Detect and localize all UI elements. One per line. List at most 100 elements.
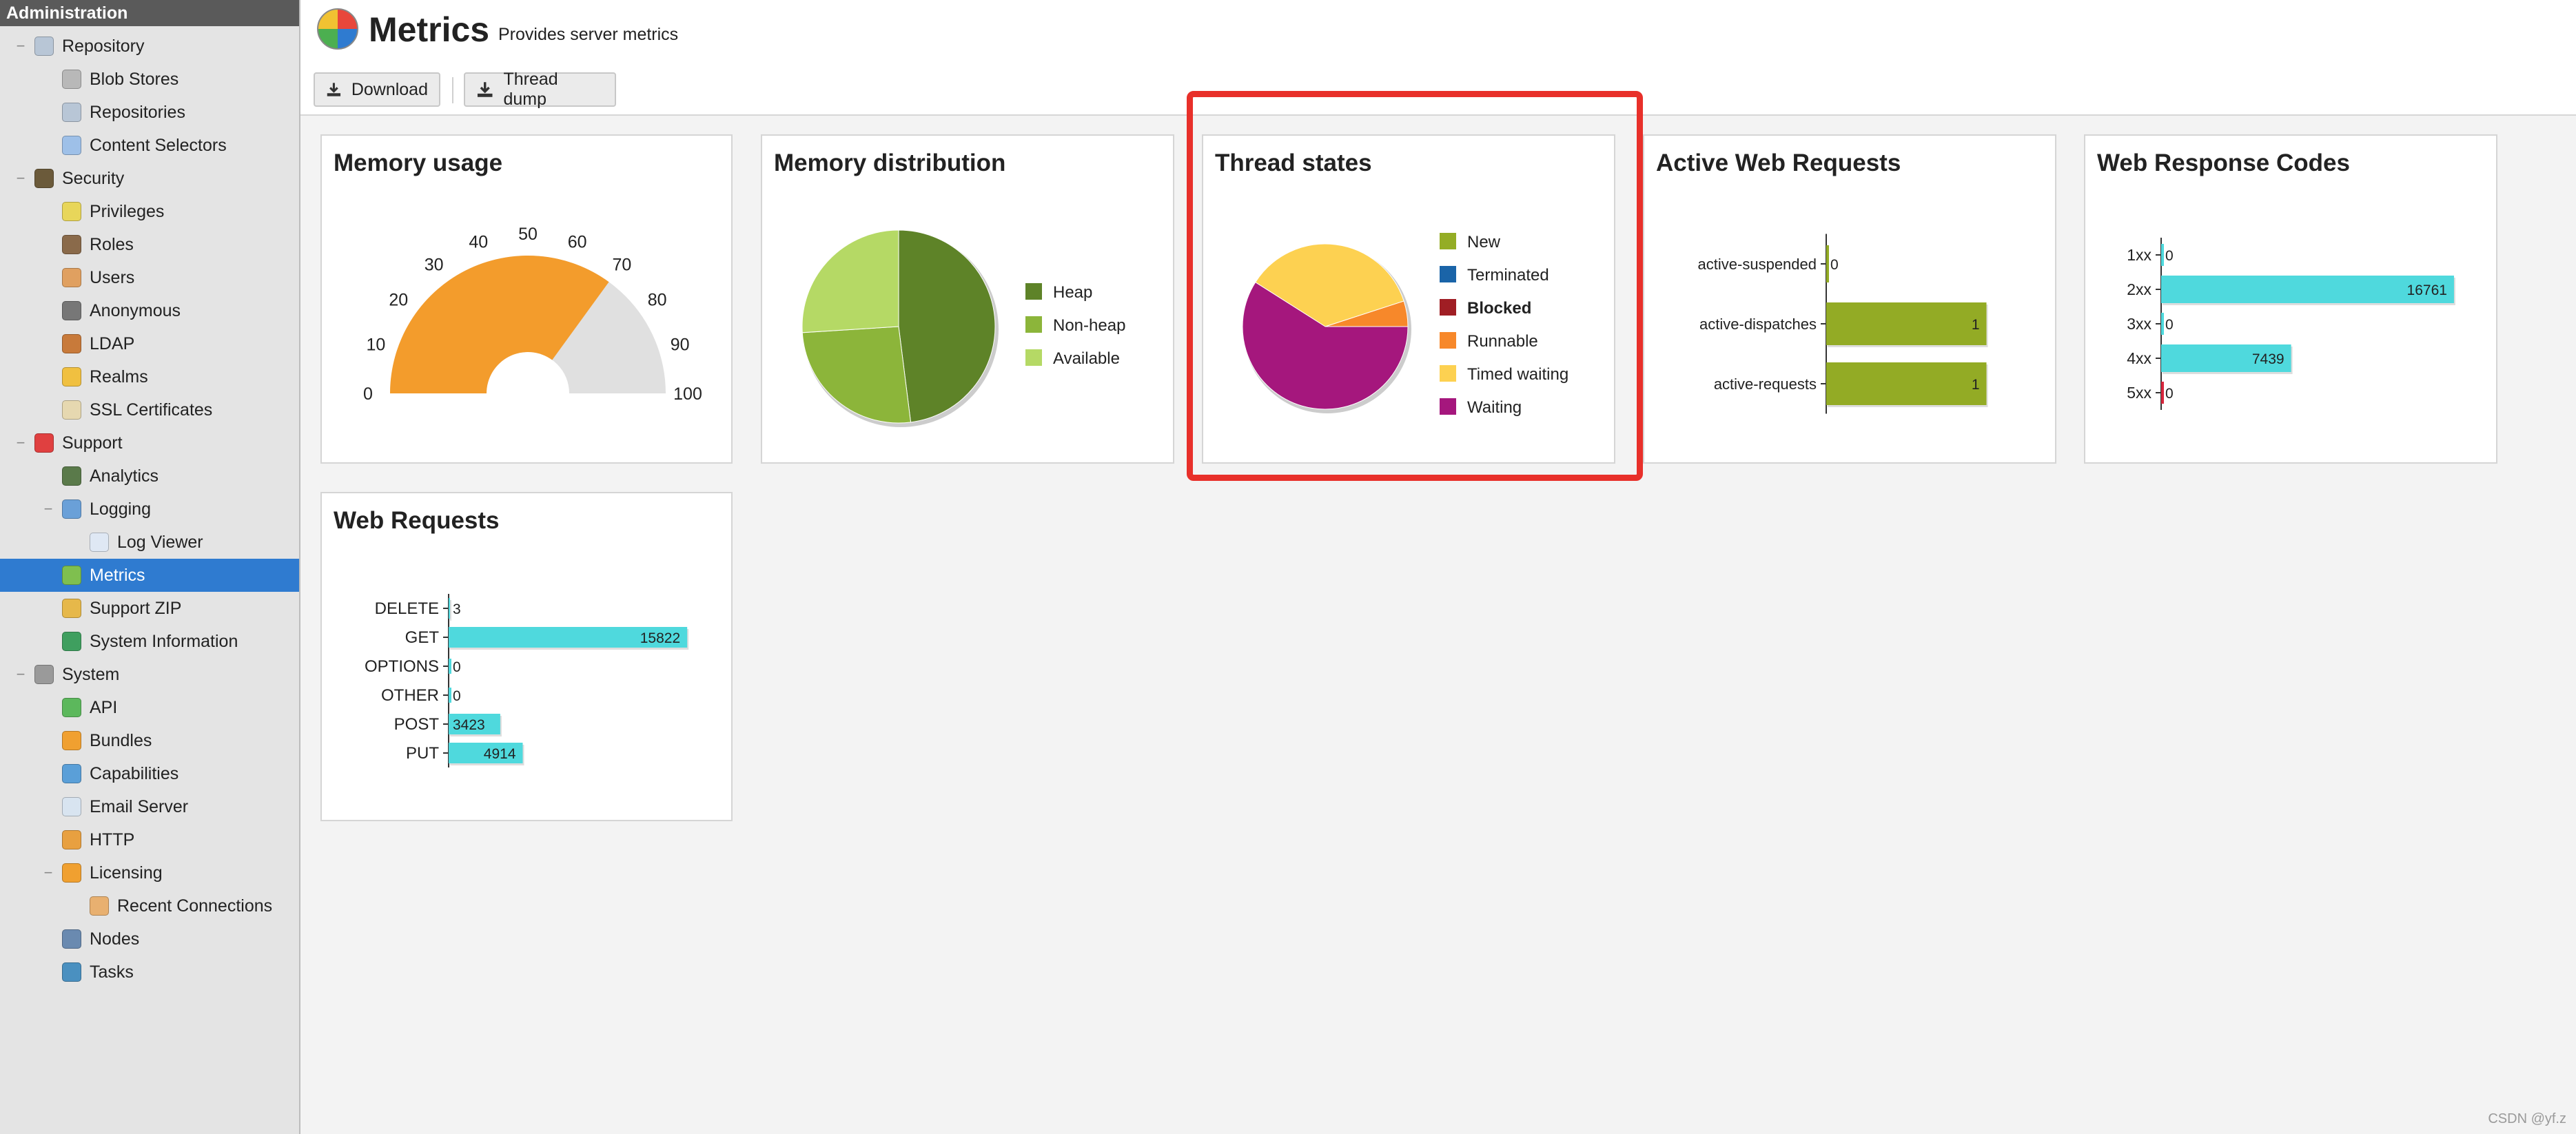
globe-icon [62,632,81,651]
sidebar-item-support[interactable]: − Support [0,426,299,460]
sidebar-item-content-selectors[interactable]: Content Selectors [0,129,299,162]
web-requests-chart: DELETE 3 GET 15822 OPTIONS 0 OTHER 0 POST 3423 PUT… [365,594,689,767]
sidebar-item-blob-stores[interactable]: Blob Stores [0,63,299,96]
sidebar-item-label: Nodes [90,929,140,949]
page-subtitle: Provides server metrics [498,25,679,44]
sidebar-item-ldap[interactable]: LDAP [0,327,299,360]
gauge-tick-label: 80 [648,291,667,310]
collapse-toggle-icon[interactable]: − [15,169,26,187]
sidebar-item-system[interactable]: − System [0,658,299,691]
zip-icon [62,599,81,618]
sidebar-item-label: Log Viewer [117,532,203,552]
web-response-codes-panel: Web Response Codes 1xx 0 2xx 16761 3xx 0 4xx 74… [2084,134,2497,464]
pie-chart-icon [62,566,81,585]
legend-swatch-non-heap [1025,316,1042,333]
sidebar-item-roles[interactable]: Roles [0,228,299,261]
sidebar-item-label: Repositories [90,102,185,122]
gauge-tick-label: 90 [671,335,690,354]
toolbar-separator [452,77,453,103]
pie-slice-non-heap [801,326,912,424]
sidebar-item-support-zip[interactable]: Support ZIP [0,592,299,625]
sidebar-item-label: Analytics [90,466,159,486]
sidebar-item-ssl-certificates[interactable]: SSL Certificates [0,393,299,426]
download-label: Download [351,79,428,99]
nodes-icon [62,929,81,949]
gauge-tick-label: 20 [389,291,408,310]
sidebar-item-recent-connections[interactable]: Recent Connections [0,889,299,922]
sidebar-item-email-server[interactable]: Email Server [0,790,299,823]
sidebar-item-label: Privileges [90,201,165,221]
highlight-annotation [1187,91,1643,481]
sidebar-item-realms[interactable]: Realms [0,360,299,393]
bar-value-label-delete: 3 [453,601,461,617]
bar-3xx [2161,313,2164,335]
legend-label-non-heap: Non-heap [1053,316,1125,335]
collapse-toggle-icon[interactable]: − [15,666,26,683]
collapse-toggle-icon[interactable]: − [15,434,26,452]
bar-shadow [450,600,451,621]
sidebar-item-label: Users [90,267,135,287]
active-web-requests-chart: active-suspended 0 active-dispatches 1 activ… [1698,234,1988,414]
gauge-tick-label: 30 [425,255,444,274]
eye-icon [34,169,54,188]
collapse-toggle-icon[interactable]: − [15,37,26,55]
bar-value-label-4xx: 7439 [2252,351,2284,367]
category-label-active-suspended: active-suspended [1698,256,1817,273]
active-web-requests-panel: Active Web Requests active-suspended 0 act… [1643,134,2056,464]
sidebar-item-label: Recent Connections [117,896,273,916]
sidebar-item-label: Security [62,168,125,188]
legend-label-heap: Heap [1053,283,1092,302]
sidebar-item-label: Logging [90,499,151,519]
sidebar-item-http[interactable]: HTTP [0,823,299,856]
web-requests-panel: Web Requests DELETE 3 GET 15822 OPTIONS 0 OTHE… [320,492,733,821]
sidebar-item-label: Licensing [90,863,163,883]
sidebar-item-users[interactable]: Users [0,261,299,294]
analytics-icon [62,466,81,486]
legend-swatch-heap [1025,283,1042,300]
collapse-toggle-icon[interactable]: − [43,500,54,518]
bar-delete [449,598,450,619]
bar-value-label-post: 3423 [453,717,485,733]
gauge-tick-label: 0 [363,384,373,404]
bar-other [449,688,451,703]
sidebar-item-label: Support ZIP [90,598,182,618]
sidebar-item-tasks[interactable]: Tasks [0,956,299,989]
sidebar-item-log-viewer[interactable]: Log Viewer [0,526,299,559]
sidebar-item-label: Email Server [90,796,189,816]
sidebar-item-privileges[interactable]: Privileges [0,195,299,228]
bar-value-label-other: 0 [453,688,461,704]
bar-1xx [2161,244,2164,266]
sidebar-item-repositories[interactable]: Repositories [0,96,299,129]
sidebar-item-nodes[interactable]: Nodes [0,922,299,956]
puzzle-icon [62,731,81,750]
shield-icon [62,367,81,386]
cube-icon [62,764,81,783]
sidebar-item-label: HTTP [90,829,135,849]
thread-dump-button[interactable]: Thread dump [464,70,616,109]
bar-active-requests [1826,362,1987,405]
sidebar-item-logging[interactable]: − Logging [0,493,299,526]
page-title: Metrics [369,10,490,49]
sidebar-item-api[interactable]: API [0,691,299,724]
gauge-tick-label: 50 [518,225,538,244]
bar-value-label-put: 4914 [484,746,516,762]
web-response-codes-chart: 1xx 0 2xx 16761 3xx 0 4xx 7439 5xx 0 [2127,238,2455,410]
download-button[interactable]: Download [314,72,440,107]
sidebar-item-repository[interactable]: − Repository [0,30,299,63]
sidebar-item-system-information[interactable]: System Information [0,625,299,658]
sidebar-item-capabilities[interactable]: Capabilities [0,757,299,790]
collapse-toggle-icon[interactable]: − [43,864,54,882]
sidebar-item-anonymous[interactable]: Anonymous [0,294,299,327]
category-label-5xx: 5xx [2127,384,2151,402]
sidebar-item-analytics[interactable]: Analytics [0,460,299,493]
pie-slice-available [801,229,899,333]
sidebar-item-bundles[interactable]: Bundles [0,724,299,757]
sidebar-item-metrics[interactable]: Metrics [0,559,299,592]
sidebar-item-label: Capabilities [90,763,179,783]
thread-dump-label: Thread dump [503,70,558,109]
bar-value-label-active-requests: 1 [1972,377,1980,393]
sidebar-item-security[interactable]: − Security [0,162,299,195]
sidebar-item-licensing[interactable]: − Licensing [0,856,299,889]
sidebar-item-label: Bundles [90,730,152,750]
pie-chart-icon [317,8,358,50]
